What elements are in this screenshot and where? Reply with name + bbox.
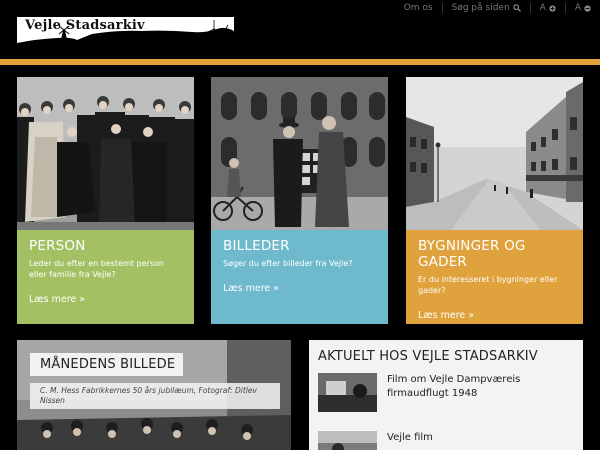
card-bygninger[interactable]: BYGNINGER OG GADER Er du interesseret i …	[406, 77, 583, 324]
plus-circle-icon	[549, 4, 556, 12]
card-description: Leder du efter en bestemt person eller f…	[29, 259, 164, 279]
card-description: Søger du efter billeder fra Vejle?	[223, 259, 353, 268]
monthly-picture-label[interactable]: MÅNEDENS BILLEDE	[30, 353, 184, 376]
news-item[interactable]: Vejle film	[318, 431, 576, 450]
site-logo[interactable]: Vejle Stadsarkiv	[17, 17, 234, 48]
news-thumbnail[interactable]	[318, 431, 377, 450]
card-title[interactable]: PERSON	[29, 238, 184, 254]
monthly-picture[interactable]: MÅNEDENS BILLEDE C. M. Hess Fabrikkernes…	[17, 340, 291, 450]
news-panel: AKTUELT HOS VEJLE STADSARKIV Film om Vej…	[309, 340, 583, 450]
news-title[interactable]: Vejle film	[387, 431, 433, 450]
about-label: Om os	[403, 3, 433, 13]
about-link[interactable]: Om os	[395, 3, 442, 13]
card-title[interactable]: BILLEDER	[223, 238, 378, 254]
card-description: Er du interesseret i bygninger eller gad…	[418, 275, 558, 295]
minus-circle-icon	[584, 4, 591, 12]
utility-bar: Om os Søg på siden A A	[395, 0, 600, 16]
monthly-picture-caption: C. M. Hess Fabrikkernes 50 års jubilæum,…	[30, 383, 280, 409]
news-heading: AKTUELT HOS VEJLE STADSARKIV	[318, 349, 538, 364]
card-person[interactable]: PERSON Leder du efter en bestemt person …	[17, 77, 194, 324]
card-person-body: PERSON Leder du efter en bestemt person …	[17, 230, 194, 324]
font-decrease-button[interactable]: A	[566, 3, 600, 13]
news-item[interactable]: Film om Vejle Dampværeis firmaudflugt 19…	[318, 373, 576, 412]
news-title[interactable]: Film om Vejle Dampværeis firmaudflugt 19…	[387, 373, 576, 412]
person-photo	[17, 77, 194, 230]
bygninger-photo	[406, 77, 583, 230]
read-more-link[interactable]: Læs mere »	[418, 310, 474, 321]
font-increase-button[interactable]: A	[531, 3, 565, 13]
card-billeder[interactable]: BILLEDER Søger du efter billeder fra Vej…	[211, 77, 388, 324]
orange-stripe	[0, 59, 600, 65]
logo-text: Vejle Stadsarkiv	[25, 18, 145, 33]
card-bygninger-body: BYGNINGER OG GADER Er du interesseret i …	[406, 230, 583, 324]
card-title[interactable]: BYGNINGER OG GADER	[418, 238, 573, 270]
read-more-link[interactable]: Læs mere »	[223, 283, 279, 294]
font-decrease-label: A	[574, 3, 581, 13]
search-link[interactable]: Søg på siden	[443, 3, 530, 13]
billeder-photo	[211, 77, 388, 230]
read-more-link[interactable]: Læs mere »	[29, 294, 85, 305]
search-icon	[512, 4, 521, 12]
font-increase-label: A	[539, 3, 546, 13]
card-billeder-body: BILLEDER Søger du efter billeder fra Vej…	[211, 230, 388, 324]
news-thumbnail[interactable]	[318, 373, 377, 412]
search-label: Søg på siden	[451, 3, 510, 13]
